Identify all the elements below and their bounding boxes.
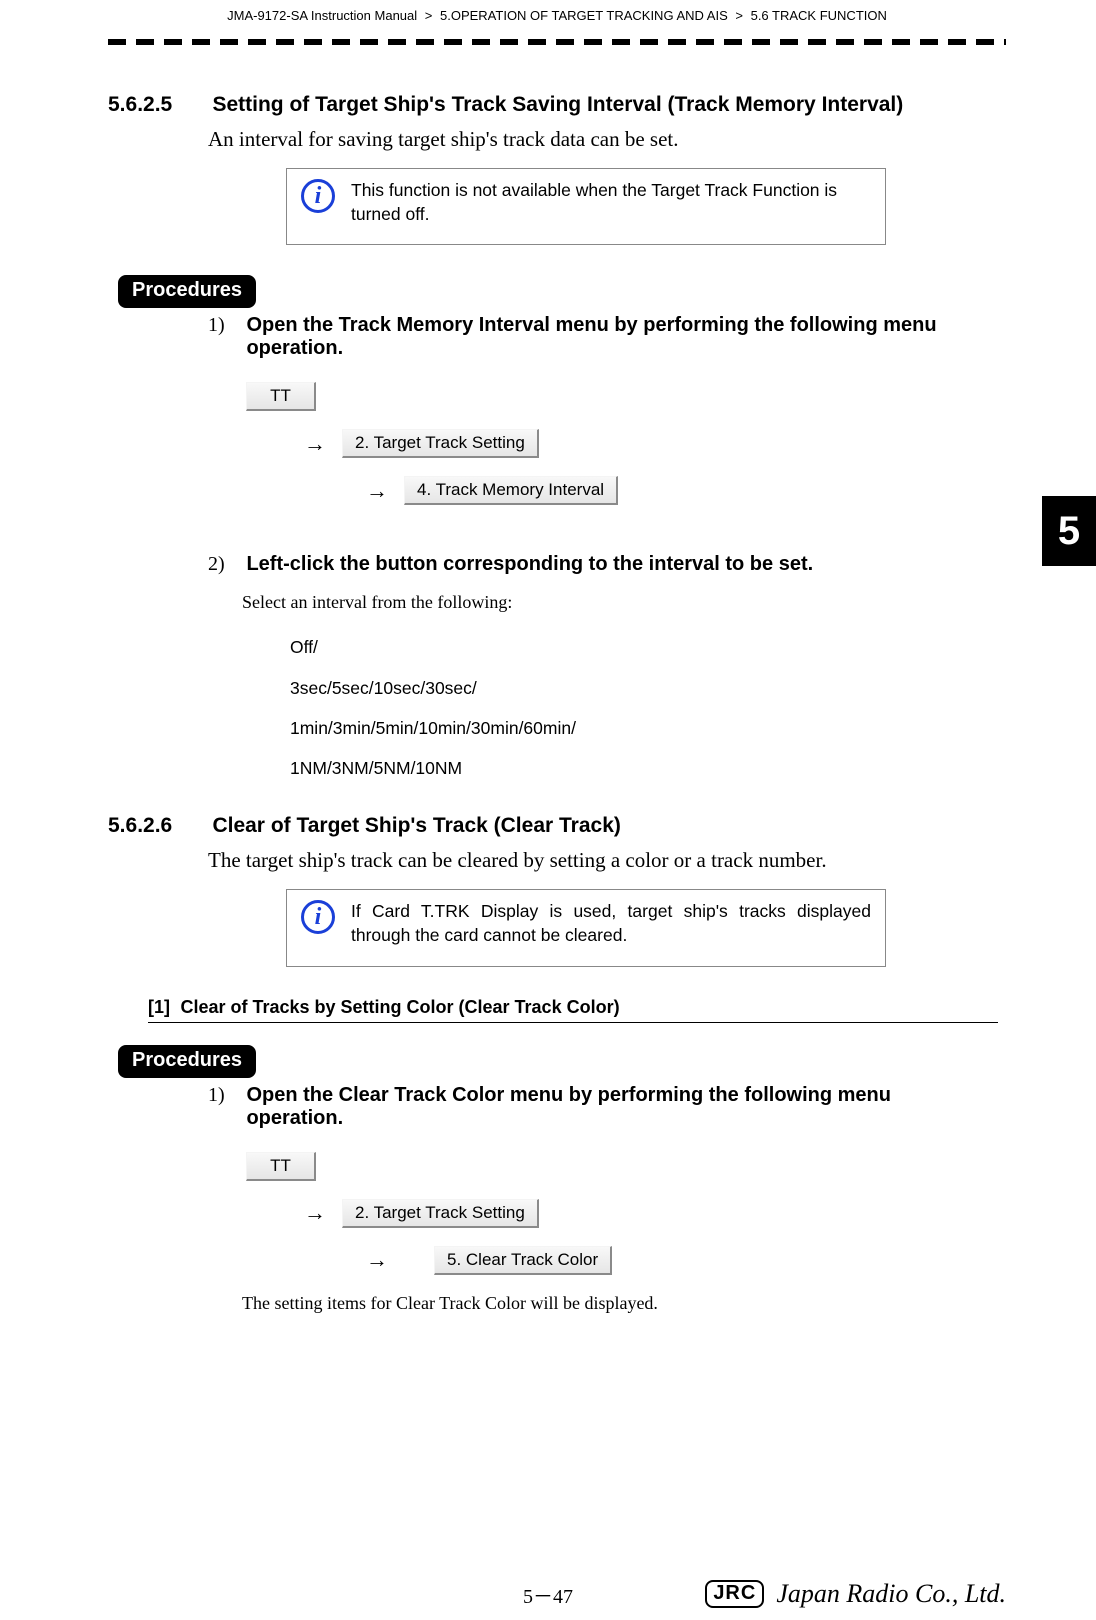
step-number: 2)	[208, 553, 242, 576]
procedures-label: Procedures	[118, 275, 256, 308]
step-title: Left-click the button corresponding to t…	[246, 553, 986, 576]
page-header: JMA-9172-SA Instruction Manual > 5.OPERA…	[108, 0, 1006, 29]
section-intro: An interval for saving target ship's tra…	[208, 127, 1006, 152]
menu-button-target-track-setting[interactable]: 2. Target Track Setting	[342, 429, 539, 458]
breadcrumb-separator: >	[735, 8, 743, 23]
section-number: 5.6.2.6	[108, 814, 208, 838]
doc-id: JMA-9172-SA Instruction Manual	[227, 8, 417, 23]
info-icon: i	[301, 179, 335, 213]
follow-text: The setting items for Clear Track Color …	[242, 1293, 1006, 1314]
breadcrumb-separator: >	[425, 8, 433, 23]
menu-button-target-track-setting[interactable]: 2. Target Track Setting	[342, 1199, 539, 1228]
jrc-logo: JRC	[705, 1580, 764, 1608]
menu-path: TT → 2. Target Track Setting → 4. Track …	[246, 382, 1006, 505]
page-number: 5－47	[523, 1580, 573, 1609]
option-line: 1min/3min/5min/10min/30min/60min/	[290, 708, 1006, 748]
arrow-icon: →	[366, 1247, 388, 1273]
step-title: Open the Track Memory Interval menu by p…	[246, 314, 986, 360]
header-dash-rule	[108, 39, 1006, 45]
section-title: Clear of Target Ship's Track (Clear Trac…	[212, 814, 992, 838]
option-line: Off/	[290, 627, 1006, 667]
menu-button-track-memory-interval[interactable]: 4. Track Memory Interval	[404, 476, 618, 505]
subsection-rule	[148, 1022, 998, 1023]
interval-options: Off/ 3sec/5sec/10sec/30sec/ 1min/3min/5m…	[290, 627, 1006, 788]
info-text: This function is not available when the …	[351, 179, 871, 226]
arrow-icon: →	[366, 478, 388, 504]
menu-button-tt[interactable]: TT	[246, 1152, 316, 1181]
info-icon: i	[301, 900, 335, 934]
menu-button-clear-track-color[interactable]: 5. Clear Track Color	[434, 1246, 612, 1275]
arrow-icon: →	[304, 1200, 326, 1226]
step-number: 1)	[208, 1084, 242, 1107]
step-number: 1)	[208, 314, 242, 337]
arrow-icon: →	[304, 431, 326, 457]
section-number: 5.6.2.5	[108, 93, 208, 117]
procedures-label: Procedures	[118, 1045, 256, 1078]
menu-button-tt[interactable]: TT	[246, 382, 316, 411]
option-line: 3sec/5sec/10sec/30sec/	[290, 668, 1006, 708]
section-title: Setting of Target Ship's Track Saving In…	[212, 93, 992, 117]
subsection-tag: [1]	[148, 997, 170, 1017]
menu-path: TT → 2. Target Track Setting → 5. Clear …	[246, 1152, 1006, 1275]
chapter-side-tab: 5	[1042, 496, 1096, 566]
option-line: 1NM/3NM/5NM/10NM	[290, 748, 1006, 788]
section-intro: The target ship's track can be cleared b…	[208, 848, 1006, 873]
chapter-label: 5.OPERATION OF TARGET TRACKING AND AIS	[440, 8, 728, 23]
company-name: Japan Radio Co., Ltd.	[776, 1579, 1006, 1609]
section-label: 5.6 TRACK FUNCTION	[751, 8, 887, 23]
info-box: i This function is not available when th…	[286, 168, 886, 245]
info-box: i If Card T.TRK Display is used, target …	[286, 889, 886, 966]
subsection-title: Clear of Tracks by Setting Color (Clear …	[180, 997, 619, 1017]
info-text: If Card T.TRK Display is used, target sh…	[351, 900, 871, 947]
step-title: Open the Clear Track Color menu by perfo…	[246, 1084, 986, 1130]
step-body: Select an interval from the following:	[242, 592, 1006, 613]
